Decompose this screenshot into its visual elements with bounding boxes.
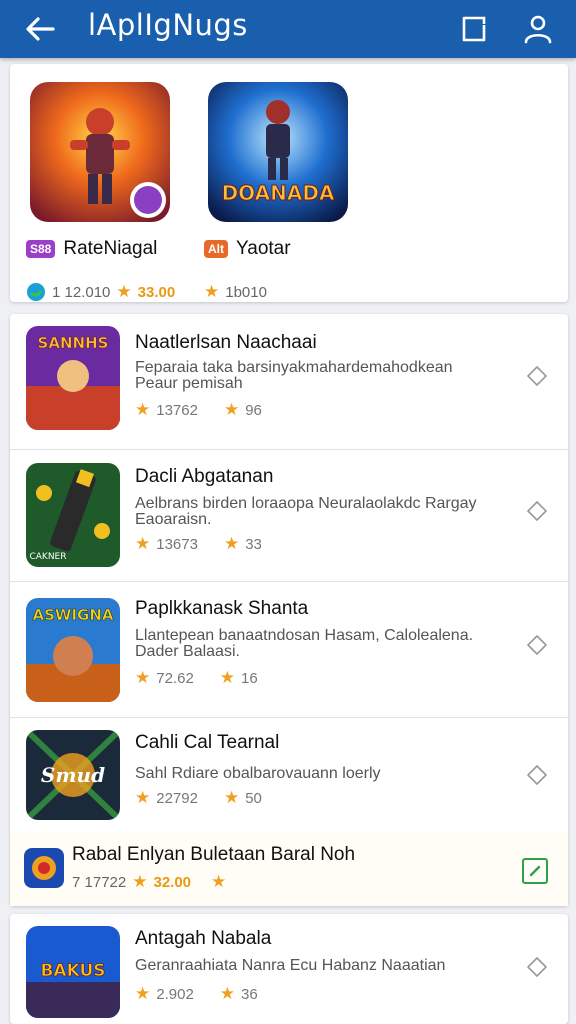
star-icon: ★ (135, 400, 151, 419)
download-count: 7 17722 (72, 873, 127, 891)
price-label: 32.00 (153, 873, 192, 891)
star-icon: ★ (116, 282, 132, 301)
edit-note-icon (462, 16, 486, 42)
account-button[interactable] (518, 9, 558, 49)
star-icon: ★ (135, 788, 151, 807)
game-thumbnail: SANNHS (26, 326, 120, 430)
game-description: Sahl Rdiare obalbarovauann loerly (135, 766, 381, 782)
art-text: DOANADA (222, 181, 335, 205)
game-meta: ★ 22792 ★ 50 (135, 788, 262, 808)
review-count: 16 (241, 669, 258, 687)
select-diamond-icon[interactable] (526, 764, 548, 786)
game-thumbnail: ASWIGNA (26, 598, 120, 702)
arrow-left-icon (26, 17, 55, 41)
price-label: 33.00 (137, 283, 176, 301)
game-meta: 7 17722 ★ 32.00 ★ (72, 872, 226, 892)
game-title: Antagah Nabala (135, 928, 272, 949)
game-title: Yaotar (236, 238, 291, 259)
edit-button[interactable] (454, 9, 494, 49)
game-list: SANNHS Naatlerlsan Naachaai Feparaia tak… (10, 314, 568, 906)
star-icon: ★ (135, 534, 151, 553)
star-icon: ★ (135, 984, 151, 1003)
game-description: Feparaia taka barsinyakmahardemahodkean … (135, 360, 453, 392)
game-title: Rabal Enlyan Buletaan Baral Noh (72, 844, 356, 865)
list-item[interactable]: SANNHS Naatlerlsan Naachaai Feparaia tak… (10, 314, 568, 450)
game-title: Naatlerlsan Naachaai (135, 332, 317, 353)
game-description: Geranraahiata Nanra Ecu Habanz Naaatian (135, 958, 446, 974)
star-icon: ★ (219, 984, 236, 1003)
review-count: 36 (241, 985, 258, 1003)
checkbox-slash-icon (529, 865, 541, 877)
featured-card: S88 RateNiagal 1 12.010 ★ 33.00 DOANADA … (10, 64, 568, 302)
rating-count: 22792 (156, 789, 198, 807)
game-description: Llantepean banaatndosan Hasam, Caloleale… (135, 628, 474, 660)
star-icon: ★ (132, 872, 148, 891)
game-thumbnail: CAKNER (26, 463, 120, 567)
rating-count: 72.62 (156, 669, 194, 687)
game-meta: ★ 13673 ★ 33 (135, 534, 262, 554)
game-thumbnail (30, 82, 170, 222)
back-button[interactable] (20, 9, 60, 49)
select-diamond-icon[interactable] (526, 365, 548, 387)
art-text: Smud (41, 763, 105, 787)
game-title: Cahli Cal Tearnal (135, 732, 280, 753)
game-icon (24, 848, 64, 888)
review-count: 50 (245, 789, 262, 807)
star-icon: ★ (223, 788, 240, 807)
download-count: 1b010 (225, 283, 267, 301)
game-title: Paplkkanask Shanta (135, 598, 309, 619)
app-bar: lAplIgNugs (0, 0, 576, 58)
art-text: ASWIGNA (32, 606, 113, 624)
list-item[interactable]: ASWIGNA Paplkkanask Shanta Llantepean ba… (10, 582, 568, 718)
game-meta: ★ 2.902 ★ 36 (135, 984, 258, 1004)
select-diamond-icon[interactable] (526, 956, 548, 978)
game-title: Dacli Abgatanan (135, 466, 274, 487)
select-diamond-icon[interactable] (526, 500, 548, 522)
rating-count: 13673 (156, 535, 198, 553)
category-badge: S88 (26, 240, 56, 258)
download-count: 1 12.010 (52, 283, 111, 301)
page-title: lAplIgNugs (88, 8, 248, 42)
select-diamond-icon[interactable] (526, 634, 548, 656)
art-text: BAKUS (40, 961, 105, 981)
featured-title-row: S88 RateNiagal (26, 238, 157, 260)
review-count: 96 (245, 401, 262, 419)
star-icon: ★ (219, 668, 236, 687)
featured-meta: 1 12.010 ★ 33.00 (26, 282, 175, 302)
star-icon: ★ (204, 282, 220, 301)
star-icon: ★ (223, 400, 240, 419)
rating-count: 13762 (156, 401, 198, 419)
game-title: RateNiagal (63, 238, 158, 259)
game-description: Aelbrans birden loraaopa Neuralaolakdc R… (135, 496, 477, 528)
star-icon: ★ (211, 872, 227, 891)
game-thumbnail: DOANADA (208, 82, 348, 222)
art-text: CAKNER (29, 552, 66, 562)
platform-icon (27, 283, 45, 301)
review-count: 33 (245, 535, 262, 553)
star-icon: ★ (135, 668, 151, 687)
select-checkbox[interactable] (522, 858, 548, 884)
list-item[interactable]: BAKUS Antagah Nabala Geranraahiata Nanra… (10, 914, 568, 1024)
game-thumbnail: BAKUS (26, 926, 120, 1018)
game-meta: ★ 72.62 ★ 16 (135, 668, 258, 688)
game-thumbnail: Smud (26, 730, 120, 820)
featured-title-row: Alt Yaotar (204, 238, 291, 260)
highlighted-list-item[interactable]: Rabal Enlyan Buletaan Baral Noh 7 17722 … (10, 832, 568, 906)
list-item[interactable]: CAKNER Dacli Abgatanan Aelbrans birden l… (10, 450, 568, 582)
star-icon: ★ (223, 534, 240, 553)
game-meta: ★ 13762 ★ 96 (135, 400, 262, 420)
game-list-next: BAKUS Antagah Nabala Geranraahiata Nanra… (10, 914, 568, 1024)
art-text: SANNHS (38, 334, 109, 352)
featured-meta: ★ 1b010 (204, 282, 267, 302)
rating-count: 2.902 (156, 985, 194, 1003)
list-item[interactable]: Smud Cahli Cal Tearnal Sahl Rdiare obalb… (10, 718, 568, 832)
user-icon (524, 15, 552, 44)
category-badge: Alt (204, 240, 228, 258)
